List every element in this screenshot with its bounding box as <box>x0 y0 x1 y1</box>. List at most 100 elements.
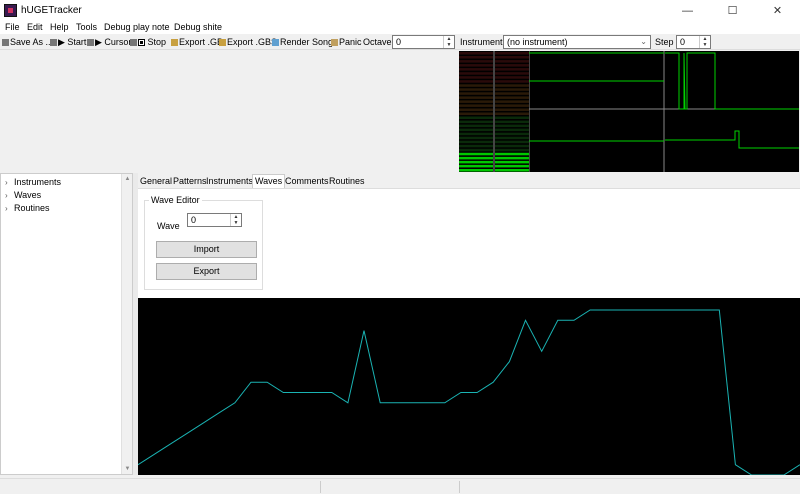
tree-item-waves[interactable]: › Waves <box>5 190 41 200</box>
status-divider <box>320 481 321 493</box>
save-icon <box>2 39 9 46</box>
octave-spin-arrows[interactable]: ▲ ▼ <box>443 36 454 48</box>
vu-segment <box>459 128 493 132</box>
wave-editor-group: Wave Editor Wave 0 ▲ ▼ Import Export <box>144 195 263 290</box>
file-icon <box>87 39 94 46</box>
waveform-canvas[interactable] <box>137 298 800 476</box>
tab-routines[interactable]: Routines <box>327 175 367 188</box>
wave-spin-arrows[interactable]: ▲ ▼ <box>230 214 241 226</box>
vu-segment <box>495 68 529 71</box>
file-icon <box>50 39 57 46</box>
octave-value: 0 <box>396 37 402 47</box>
vu-segment <box>495 88 529 91</box>
vu-segment <box>495 76 529 79</box>
vu-segment <box>459 169 493 172</box>
import-button[interactable]: Import <box>156 241 257 258</box>
vu-segment <box>495 108 529 111</box>
project-tree[interactable]: › Instruments › Waves › Routines ▲ ▼ <box>0 173 133 475</box>
vu-segment <box>495 152 529 156</box>
vu-segment <box>495 144 529 148</box>
tab-comments[interactable]: Comments <box>283 175 331 188</box>
minimize-button[interactable]: — <box>665 0 710 22</box>
vu-segment <box>495 169 529 172</box>
vu-segment <box>459 100 493 103</box>
vu-segment <box>495 156 529 160</box>
menu-tools[interactable]: Tools <box>76 22 97 32</box>
vu-segment <box>459 140 493 144</box>
start-button[interactable]: ▶ Start <box>50 37 86 48</box>
tree-scrollbar[interactable]: ▲ ▼ <box>121 174 132 474</box>
save-as-button[interactable]: Save As ... <box>2 37 53 47</box>
scroll-up-icon[interactable]: ▲ <box>122 176 133 182</box>
instrument-select[interactable]: (no instrument) ⌄ <box>503 35 651 49</box>
vu-segment <box>495 140 529 144</box>
vu-segment <box>459 84 493 87</box>
step-spin-arrows[interactable]: ▲ ▼ <box>699 36 710 48</box>
scope-trace-4 <box>665 52 799 110</box>
step-label: Step <box>655 37 674 47</box>
tree-item-instruments[interactable]: › Instruments <box>5 177 61 187</box>
octave-spinbox[interactable]: 0 ▲ ▼ <box>392 35 455 49</box>
vu-segment <box>495 80 529 83</box>
vu-segment <box>459 112 493 115</box>
vu-segment <box>495 84 529 87</box>
vu-segment <box>495 64 529 67</box>
vu-segment <box>495 104 529 107</box>
step-value: 0 <box>680 37 686 47</box>
panic-button[interactable]: Panic <box>331 37 362 47</box>
render-icon <box>272 39 279 46</box>
tree-item-routines[interactable]: › Routines <box>5 203 50 213</box>
vu-segment <box>495 112 529 115</box>
menu-bar: File Edit Help Tools Debug play note Deb… <box>0 22 800 34</box>
status-bar <box>0 478 800 494</box>
wave-line <box>137 309 800 476</box>
vu-segment <box>495 132 529 136</box>
vu-segment <box>459 120 493 124</box>
vu-segment <box>459 148 493 152</box>
menu-debug-shite[interactable]: Debug shite <box>174 22 222 32</box>
waves-panel: Wave Editor Wave 0 ▲ ▼ Import Export <box>138 188 800 298</box>
vu-segment <box>459 52 493 55</box>
cursor-button[interactable]: ▶ Cursor <box>87 37 131 48</box>
close-button[interactable]: ✕ <box>755 0 800 22</box>
scroll-down-icon[interactable]: ▼ <box>122 466 133 472</box>
export-button[interactable]: Export <box>156 263 257 280</box>
vu-segment <box>459 132 493 136</box>
vu-segment <box>495 96 529 99</box>
stop-button[interactable]: Stop <box>130 37 166 47</box>
tab-general[interactable]: General <box>138 175 174 188</box>
step-spinbox[interactable]: 0 ▲ ▼ <box>676 35 711 49</box>
render-song-button[interactable]: Render Song <box>272 37 333 47</box>
chevron-right-icon: › <box>5 191 8 200</box>
menu-file[interactable]: File <box>5 22 20 32</box>
vu-segment <box>495 72 529 75</box>
vu-segment <box>459 124 493 128</box>
tab-patterns[interactable]: Patterns <box>171 175 209 188</box>
waveform-editor[interactable] <box>137 298 800 476</box>
stop-icon <box>138 39 145 46</box>
wave-label: Wave <box>157 221 180 231</box>
octave-label: Octave <box>363 37 392 47</box>
vu-segment <box>459 116 493 119</box>
vu-segment <box>459 96 493 99</box>
tab-waves[interactable]: Waves <box>252 174 286 188</box>
menu-edit[interactable]: Edit <box>27 22 43 32</box>
tab-instruments[interactable]: Instruments <box>204 175 255 188</box>
export-gb-button[interactable]: Export .GB <box>171 37 223 47</box>
vu-segment <box>459 104 493 107</box>
vu-segment <box>459 156 493 160</box>
chevron-right-icon: › <box>5 178 8 187</box>
wave-value: 0 <box>191 215 197 225</box>
export-gbs-button[interactable]: Export .GBS <box>219 37 277 47</box>
vu-segment <box>459 68 493 71</box>
menu-help[interactable]: Help <box>50 22 69 32</box>
wave-spinbox[interactable]: 0 ▲ ▼ <box>187 213 242 227</box>
vu-segment <box>495 52 529 55</box>
menu-debug-play-note[interactable]: Debug play note <box>104 22 170 32</box>
maximize-button[interactable]: ☐ <box>710 0 755 22</box>
tab-bar: General Patterns Instruments Waves Comme… <box>138 174 800 188</box>
vu-segment <box>495 100 529 103</box>
vu-segment <box>495 56 529 59</box>
vu-segment <box>495 92 529 95</box>
file-icon <box>130 39 137 46</box>
